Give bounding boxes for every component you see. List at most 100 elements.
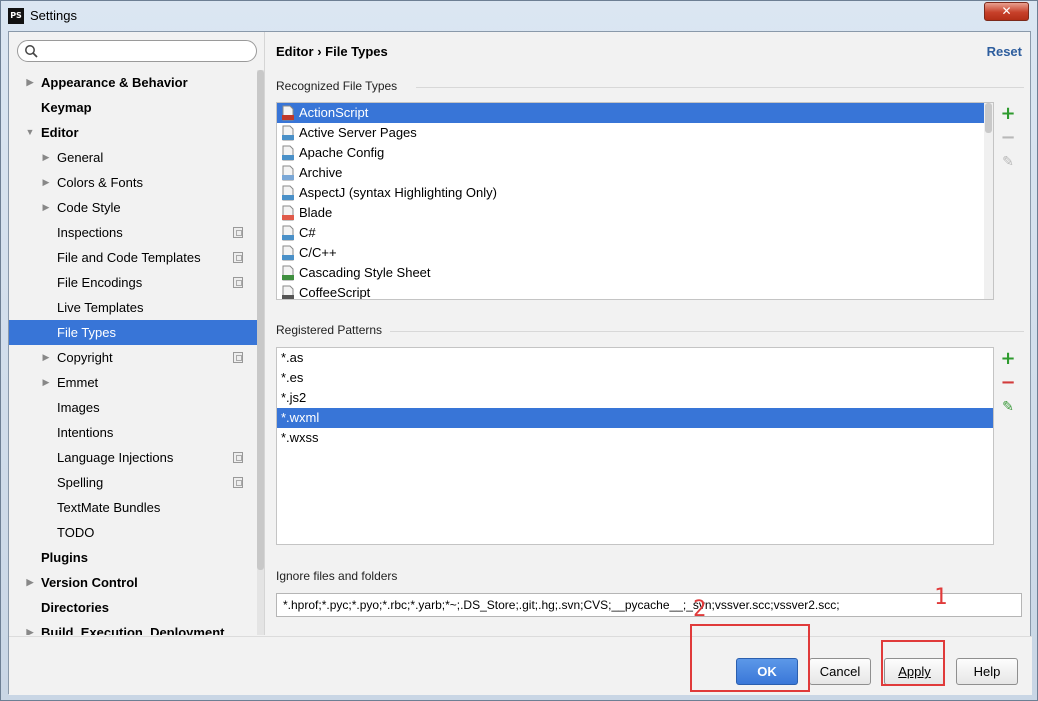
actionscript-icon — [282, 105, 294, 121]
sidebar-item-label: Live Templates — [57, 300, 144, 315]
list-item[interactable]: Apache Config — [277, 143, 993, 163]
sidebar-item-label: Editor — [41, 125, 79, 140]
sidebar-item-copyright[interactable]: ▶ Copyright — [9, 345, 257, 370]
sidebar-item-label: Plugins — [41, 550, 88, 565]
sidebar-item-file-and-code-templates[interactable]: File and Code Templates — [9, 245, 257, 270]
sidebar-item-textmate-bundles[interactable]: TextMate Bundles — [9, 495, 257, 520]
collapsed-arrow-icon[interactable]: ▶ — [41, 370, 51, 395]
collapsed-arrow-icon[interactable]: ▶ — [41, 195, 51, 220]
registered-patterns-list[interactable]: *.as *.es *.js2 *.wxml *.wxss — [276, 347, 994, 545]
remove-pattern-button[interactable]: − — [998, 373, 1018, 393]
ignore-files-label: Ignore files and folders — [276, 569, 398, 583]
sidebar-item-images[interactable]: Images — [9, 395, 257, 420]
close-window-button[interactable]: ✕ — [984, 2, 1029, 21]
file-types-panel: Editor › File Types Reset Recognized Fil… — [266, 32, 1032, 635]
sidebar-item-live-templates[interactable]: Live Templates — [9, 295, 257, 320]
collapsed-arrow-icon[interactable]: ▶ — [25, 570, 35, 595]
sidebar-item-todo[interactable]: TODO — [9, 520, 257, 545]
sidebar-item-emmet[interactable]: ▶ Emmet — [9, 370, 257, 395]
add-pattern-button[interactable]: + — [998, 349, 1018, 369]
list-item[interactable]: C# — [277, 223, 993, 243]
list-item[interactable]: C/C++ — [277, 243, 993, 263]
help-button[interactable]: Help — [956, 658, 1018, 685]
sidebar-item-code-style[interactable]: ▶ Code Style — [9, 195, 257, 220]
sidebar-item-keymap[interactable]: Keymap — [9, 95, 257, 120]
expanded-arrow-icon[interactable]: ▼ — [25, 120, 35, 145]
reset-link[interactable]: Reset — [987, 44, 1022, 59]
sidebar-item-file-encodings[interactable]: File Encodings — [9, 270, 257, 295]
list-item[interactable]: CoffeeScript — [277, 283, 993, 299]
sidebar-item-build-execution-deployment[interactable]: ▶ Build, Execution, Deployment — [9, 620, 257, 635]
sidebar-item-label: File Types — [57, 325, 117, 340]
list-item[interactable]: AspectJ (syntax Highlighting Only) — [277, 183, 993, 203]
recognized-file-types-list[interactable]: ActionScript Active Server Pages Apache Co… — [276, 102, 994, 300]
file-types-scroll-thumb[interactable] — [985, 103, 992, 133]
sidebar-item-intentions[interactable]: Intentions — [9, 420, 257, 445]
sidebar-item-colors-fonts[interactable]: ▶ Colors & Fonts — [9, 170, 257, 195]
file-type-label: C/C++ — [299, 245, 337, 260]
cancel-button[interactable]: Cancel — [809, 658, 871, 685]
sidebar-item-label: TextMate Bundles — [57, 500, 161, 515]
collapsed-arrow-icon[interactable]: ▶ — [41, 345, 51, 370]
sidebar-item-appearance-behavior[interactable]: ▶ Appearance & Behavior — [9, 70, 257, 95]
file-type-label: Apache Config — [299, 145, 385, 160]
file-types-scrollbar[interactable] — [984, 103, 993, 299]
list-item[interactable]: Cascading Style Sheet — [277, 263, 993, 283]
file-type-label: Archive — [299, 165, 343, 180]
collapsed-arrow-icon[interactable]: ▶ — [41, 145, 51, 170]
unknown-file-icon — [282, 225, 294, 241]
sidebar-item-plugins[interactable]: Plugins — [9, 545, 257, 570]
blade-icon — [282, 205, 294, 221]
sidebar-item-version-control[interactable]: ▶ Version Control — [9, 570, 257, 595]
search-icon — [25, 45, 38, 58]
sidebar-item-label: Images — [57, 400, 100, 415]
sidebar-scroll-thumb[interactable] — [257, 70, 264, 570]
edit-pattern-button[interactable]: ✎ — [998, 397, 1018, 417]
css-icon — [282, 265, 294, 281]
annotation-box-ok — [690, 624, 810, 692]
list-item[interactable]: Blade — [277, 203, 993, 223]
list-item[interactable]: *.es — [277, 368, 993, 388]
breadcrumb-parent: Editor — [276, 44, 314, 59]
add-file-type-button[interactable]: + — [998, 104, 1018, 124]
edit-file-type-button[interactable]: ✎ — [998, 152, 1018, 172]
sidebar-item-language-injections[interactable]: Language Injections — [9, 445, 257, 470]
sidebar-item-label: Code Style — [57, 200, 121, 215]
list-item[interactable]: Archive — [277, 163, 993, 183]
divider — [390, 331, 1024, 332]
list-item[interactable]: *.wxss — [277, 428, 993, 448]
pattern-label: *.wxss — [281, 430, 319, 445]
list-item[interactable]: *.wxml — [277, 408, 993, 428]
sidebar-scrollbar[interactable] — [257, 70, 264, 635]
sidebar-item-file-types[interactable]: File Types — [9, 320, 257, 345]
sidebar-item-directories[interactable]: Directories — [9, 595, 257, 620]
list-item[interactable]: Active Server Pages — [277, 123, 993, 143]
sidebar-item-general[interactable]: ▶ General — [9, 145, 257, 170]
list-item[interactable]: ActionScript — [277, 103, 993, 123]
list-item[interactable]: *.as — [277, 348, 993, 368]
settings-dialog: ▶ Appearance & Behavior Keymap ▼ Editor ▶ Gene… — [8, 31, 1032, 695]
sidebar-item-label: Version Control — [41, 575, 138, 590]
sidebar-item-label: TODO — [57, 525, 95, 540]
collapsed-arrow-icon[interactable]: ▶ — [25, 70, 35, 95]
collapsed-arrow-icon[interactable]: ▶ — [25, 620, 35, 635]
sidebar-item-label: General — [57, 150, 104, 165]
search-input[interactable] — [17, 40, 257, 62]
project-scope-icon — [233, 452, 243, 463]
remove-file-type-button[interactable]: − — [998, 128, 1018, 148]
collapsed-arrow-icon[interactable]: ▶ — [41, 170, 51, 195]
ignore-files-input[interactable]: *.hprof;*.pyc;*.pyo;*.rbc;*.yarb;*~;.DS_… — [276, 593, 1022, 617]
sidebar-item-editor[interactable]: ▼ Editor — [9, 120, 257, 145]
list-item[interactable]: *.js2 — [277, 388, 993, 408]
unknown-file-icon — [282, 245, 294, 261]
divider — [416, 87, 1024, 88]
sidebar-item-inspections[interactable]: Inspections — [9, 220, 257, 245]
sidebar-item-spelling[interactable]: Spelling — [9, 470, 257, 495]
sidebar-item-label: Intentions — [57, 425, 114, 440]
unknown-file-icon — [282, 145, 294, 161]
coffeescript-icon — [282, 285, 294, 299]
title-bar[interactable]: PS Settings ✕ — [1, 1, 1037, 31]
sidebar-item-label: Language Injections — [57, 450, 174, 465]
unknown-file-icon — [282, 125, 294, 141]
file-type-label: Blade — [299, 205, 333, 220]
